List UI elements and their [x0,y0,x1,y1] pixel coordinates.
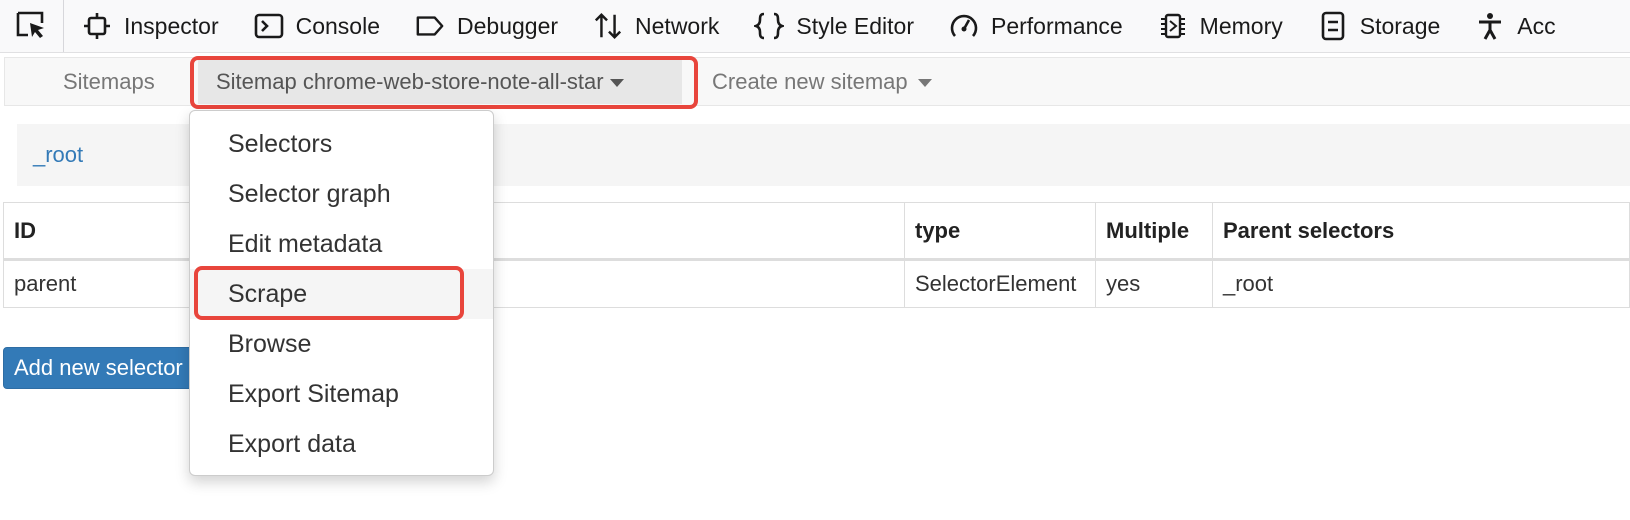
tab-inspector[interactable]: Inspector [64,0,236,52]
menu-item-selectors[interactable]: Selectors [190,119,493,169]
menu-item-export-sitemap[interactable]: Export Sitemap [190,369,493,419]
tab-debugger[interactable]: Debugger [397,0,575,52]
style-editor-icon [754,11,785,41]
menu-item-edit-metadata[interactable]: Edit metadata [190,219,493,269]
current-sitemap-label: Sitemap chrome-web-store-note-all-star [216,69,604,94]
memory-icon [1158,11,1188,41]
tab-memory[interactable]: Memory [1140,0,1300,52]
tab-accessibility[interactable]: Acc [1457,0,1572,52]
tab-label: Inspector [124,12,219,39]
console-icon [254,11,284,41]
tab-label: Storage [1359,12,1441,39]
devtools-toolbar: Inspector Console Debugger Network Style… [0,0,1630,53]
menu-item-scrape[interactable]: Scrape [190,269,493,319]
menu-item-selector-graph[interactable]: Selector graph [190,169,493,219]
inspector-icon [82,11,112,41]
menu-item-browse[interactable]: Browse [190,319,493,369]
accessibility-icon [1475,11,1505,41]
tab-label: Console [295,12,380,39]
tab-storage[interactable]: Storage [1300,0,1458,52]
create-new-sitemap-label: Create new sitemap [712,69,908,94]
scraper-navbar: Sitemaps Sitemap chrome-web-store-note-a… [4,57,1630,106]
current-sitemap-dropdown-toggle[interactable]: Sitemap chrome-web-store-note-all-star [198,60,682,104]
cell-parent-selectors: _root [1212,259,1630,308]
caret-down-icon [609,79,624,87]
tab-network[interactable]: Network [575,0,736,52]
tab-label: Performance [991,12,1123,39]
element-picker-button[interactable] [0,0,64,52]
sitemap-dropdown-menu: Selectors Selector graph Edit metadata S… [189,110,494,476]
tab-style-editor[interactable]: Style Editor [736,0,931,52]
tab-label: Acc [1517,12,1556,39]
breadcrumb-root-link[interactable]: _root [33,142,83,168]
caret-down-icon [917,79,932,87]
network-icon [593,11,623,41]
debugger-icon [415,11,445,41]
cell-type: SelectorElement [904,259,1096,308]
menu-item-export-data[interactable]: Export data [190,419,493,469]
add-new-selector-button[interactable]: Add new selector [3,347,217,389]
nav-sitemaps-link[interactable]: Sitemaps [63,58,155,106]
storage-icon [1318,11,1348,41]
column-header-multiple: Multiple [1095,202,1213,261]
element-picker-icon [16,11,44,38]
column-header-type: type [904,202,1096,261]
cell-multiple: yes [1095,259,1213,308]
column-header-parent-selectors: Parent selectors [1212,202,1630,261]
tab-console[interactable]: Console [236,0,397,52]
tab-performance[interactable]: Performance [931,0,1140,52]
tab-label: Memory [1199,12,1283,39]
tab-label: Style Editor [796,12,914,39]
create-new-sitemap-dropdown[interactable]: Create new sitemap [712,58,932,106]
performance-icon [949,11,979,41]
tab-label: Debugger [457,12,559,39]
tab-label: Network [635,12,720,39]
